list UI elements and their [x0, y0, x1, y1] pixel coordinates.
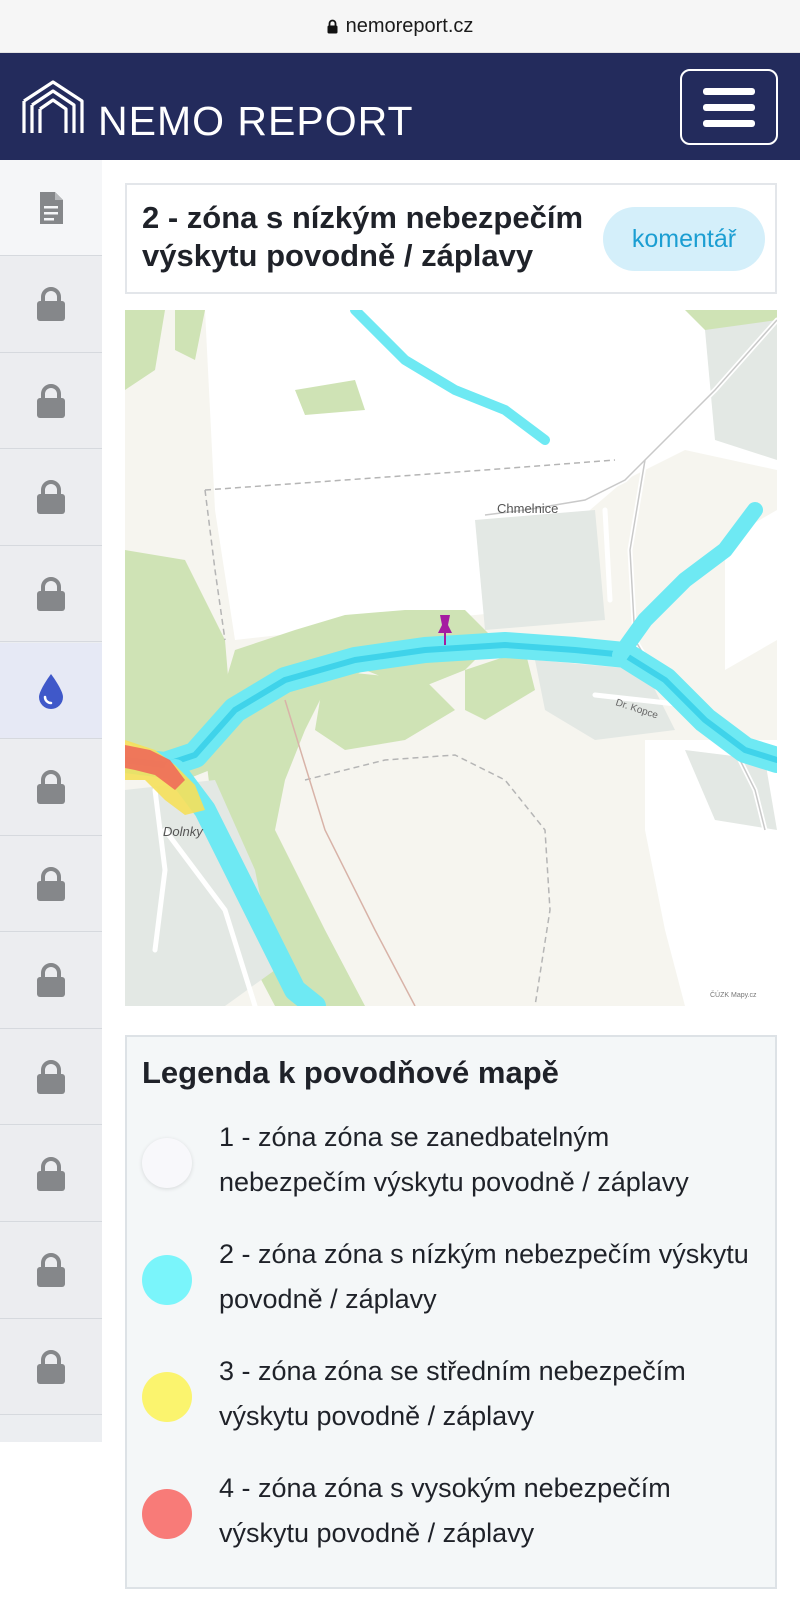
sidebar-step-10[interactable] — [0, 1029, 102, 1126]
lock-icon — [35, 576, 67, 611]
sidebar-step-6[interactable] — [0, 643, 102, 739]
zone-title: 2 - zóna s nízkým nebezpečím výskytu pov… — [142, 200, 584, 273]
legend-item-text: 4 - zóna zóna s vysokým nebezpečím výsky… — [219, 1473, 671, 1548]
map-attribution: ČÚZK Mapy.cz — [710, 990, 757, 999]
sidebar-step-8[interactable] — [0, 836, 102, 933]
legend-color-swatch — [142, 1372, 192, 1422]
url-text: nemoreport.cz — [345, 14, 474, 37]
sidebar-step-3[interactable] — [0, 353, 102, 450]
document-icon — [38, 191, 64, 225]
sidebar-step-11[interactable] — [0, 1126, 102, 1222]
zone-card: 2 - zóna s nízkým nebezpečím výskytu pov… — [125, 183, 777, 294]
browser-url-bar[interactable]: nemoreport.cz — [0, 0, 800, 53]
sidebar-step-5[interactable] — [0, 546, 102, 643]
map-canvas: Chmelnice Dolnky Dr. Kopce ČÚZK Mapy.cz — [125, 310, 777, 1006]
map-label-dolnky: Dolnky — [163, 824, 204, 839]
sidebar-step-4[interactable] — [0, 449, 102, 546]
hamburger-line — [703, 103, 755, 111]
lock-icon — [35, 480, 67, 515]
sidebar-step-2[interactable] — [0, 256, 102, 353]
house-logo-icon — [22, 80, 84, 133]
lock-icon — [35, 383, 67, 418]
sidebar-step-1[interactable] — [0, 160, 102, 256]
hamburger-menu-button[interactable] — [680, 69, 778, 145]
sidebar-step-13[interactable] — [0, 1319, 102, 1416]
legend-item-zone-3: 3 - zóna zóna se středním nebezpečím výs… — [142, 1349, 762, 1449]
lock-icon — [327, 19, 338, 33]
lock-icon — [35, 1349, 67, 1384]
lock-icon — [35, 1059, 67, 1094]
sidebar-step-12[interactable] — [0, 1222, 102, 1319]
sidebar-step-9[interactable] — [0, 932, 102, 1029]
legend-color-swatch — [142, 1489, 192, 1539]
step-sidebar — [0, 160, 102, 1442]
legend-item-zone-2: 2 - zóna zóna s nízkým nebezpečím výskyt… — [142, 1232, 762, 1332]
lock-icon — [35, 287, 67, 322]
flood-map[interactable]: Chmelnice Dolnky Dr. Kopce ČÚZK Mapy.cz — [125, 310, 777, 1006]
comment-button[interactable]: komentář — [603, 207, 765, 271]
lock-icon — [35, 866, 67, 901]
flood-map-legend: Legenda k povodňové mapě 1 - zóna zóna s… — [125, 1035, 777, 1589]
map-label-chmelnice: Chmelnice — [497, 501, 558, 516]
hamburger-line — [703, 119, 755, 127]
lock-icon — [35, 1253, 67, 1288]
lock-icon — [35, 963, 67, 998]
legend-item-zone-4: 4 - zóna zóna s vysokým nebezpečím výsky… — [142, 1466, 762, 1566]
legend-color-swatch — [142, 1138, 192, 1188]
lock-icon — [35, 770, 67, 805]
hamburger-line — [703, 87, 755, 95]
sidebar-step-7[interactable] — [0, 739, 102, 836]
legend-item-text: 3 - zóna zóna se středním nebezpečím výs… — [219, 1356, 686, 1431]
lock-icon — [35, 1156, 67, 1191]
water-drop-icon — [37, 673, 65, 709]
legend-item-zone-1: 1 - zóna zóna se zanedbatelným nebezpečí… — [142, 1115, 762, 1215]
legend-item-text: 2 - zóna zóna s nízkým nebezpečím výskyt… — [219, 1239, 749, 1314]
legend-item-text: 1 - zóna zóna se zanedbatelným nebezpečí… — [219, 1122, 689, 1197]
legend-color-swatch — [142, 1255, 192, 1305]
brand-name: NEMO REPORT — [98, 98, 414, 144]
app-header: NEMO REPORT — [0, 53, 800, 160]
legend-title: Legenda k povodňové mapě — [142, 1055, 559, 1090]
